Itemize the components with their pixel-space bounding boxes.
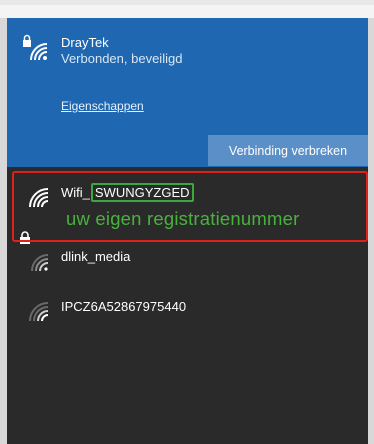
network-item-dlink[interactable]: dlink_media [7,236,368,282]
wifi-secure-icon [31,254,49,272]
top-bar [0,0,374,5]
left-edge [0,18,7,444]
network-name: dlink_media [61,249,131,264]
wifi-secure-icon [23,34,48,61]
network-name: IPCZ6A52867975440 [61,299,187,314]
disconnect-button[interactable]: Verbinding verbreken [208,135,368,166]
network-item-draytek[interactable]: DrayTek Verbonden, beveiligd Eigenschapp… [7,18,368,167]
network-status: Verbonden, beveiligd [61,51,183,66]
annotation-highlight-box [12,171,368,242]
window-top-strip [0,0,374,18]
annotation-text: uw eigen registratienummer [66,208,300,229]
network-ssid: DrayTek [61,35,109,50]
network-item-ipc[interactable]: IPCZ6A52867975440 [7,286,368,332]
properties-link[interactable]: Eigenschappen [61,99,144,113]
wifi-icon [29,302,49,322]
right-edge [368,18,374,444]
